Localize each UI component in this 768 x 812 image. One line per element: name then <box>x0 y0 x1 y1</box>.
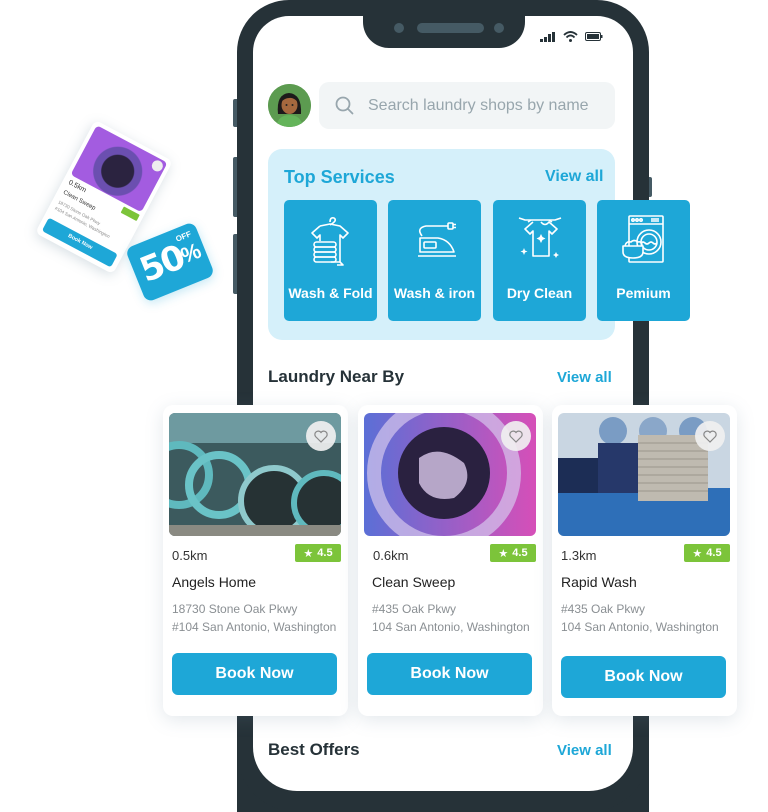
book-now-button[interactable]: Book Now <box>561 656 726 698</box>
user-avatar-illustration <box>268 84 311 127</box>
hanging-shirt-icon <box>518 217 561 258</box>
address-line-1: #435 Oak Pkwy <box>372 602 457 616</box>
rating-value: 4.5 <box>512 547 528 559</box>
favorite-button[interactable] <box>501 421 531 451</box>
heart-icon <box>703 430 717 443</box>
battery-icon <box>585 32 603 41</box>
service-label: Pemium <box>616 285 671 301</box>
address-line-2: 104 San Antonio, Washington <box>372 620 530 634</box>
shirt-stack-icon <box>310 217 349 266</box>
shop-name: Clean Sweep <box>372 574 456 590</box>
service-premium[interactable]: Pemium <box>597 200 690 321</box>
star-icon: ★ <box>692 547 703 560</box>
best-offers-view-all-link[interactable]: View all <box>557 742 612 759</box>
search-bar[interactable] <box>319 82 615 129</box>
star-icon: ★ <box>498 547 509 560</box>
shop-card[interactable]: 1.3km ★ 4.5 Rapid Wash #435 Oak Pkwy 104 S… <box>552 405 737 716</box>
iron-icon <box>417 222 456 257</box>
address-line-2: #104 San Antonio, Washington <box>172 620 337 634</box>
best-offers-title: Best Offers <box>268 740 360 759</box>
shop-address: #435 Oak Pkwy 104 San Antonio, Washington <box>372 600 530 636</box>
star-icon: ★ <box>303 547 314 560</box>
heart-icon <box>509 430 523 443</box>
address-line-2: 104 San Antonio, Washington <box>561 620 719 634</box>
discount-badge: 50 OFF % <box>124 221 216 303</box>
shop-card[interactable]: 0.5km ★ 4.5 Angels Home 18730 Stone Oak P… <box>163 405 348 716</box>
rating-value: 4.5 <box>317 547 333 559</box>
shop-address: 18730 Stone Oak Pkwy #104 San Antonio, Wa… <box>172 600 336 636</box>
avatar[interactable] <box>268 84 311 127</box>
top-services-view-all-link[interactable]: View all <box>545 168 603 186</box>
service-wash-iron[interactable]: Wash & iron <box>388 200 481 321</box>
promo-illustration: 0.5km Clean Sweep 18730 Stone Oak Pkwy #… <box>30 105 220 310</box>
rating-badge: ★ 4.5 <box>490 544 536 562</box>
rating-badge: ★ 4.5 <box>295 544 341 562</box>
phone-notch <box>363 0 525 48</box>
shop-name: Angels Home <box>172 574 257 590</box>
service-label: Wash & iron <box>393 285 476 301</box>
rating-badge: ★ 4.5 <box>684 544 730 562</box>
favorite-button[interactable] <box>695 421 725 451</box>
rating-value: 4.5 <box>706 547 722 559</box>
search-icon <box>335 96 354 115</box>
book-now-button[interactable]: Book Now <box>367 653 532 695</box>
signal-icon <box>540 31 555 42</box>
nearby-title: Laundry Near By <box>268 367 405 386</box>
heart-icon <box>314 430 328 443</box>
favorite-button[interactable] <box>306 421 336 451</box>
book-now-button[interactable]: Book Now <box>172 653 337 695</box>
promo-mini-book-button: Book Now <box>41 217 118 268</box>
service-dry-clean[interactable]: Dry Clean <box>493 200 586 321</box>
status-bar <box>540 31 603 42</box>
shop-distance: 1.3km <box>561 548 597 563</box>
shop-address: #435 Oak Pkwy 104 San Antonio, Washington <box>561 600 719 636</box>
service-label: Dry Clean <box>506 285 573 301</box>
shop-name: Rapid Wash <box>561 574 637 590</box>
shop-card[interactable]: 0.6km ★ 4.5 Clean Sweep #435 Oak Pkwy 104 … <box>358 405 543 716</box>
service-label: Wash & Fold <box>288 285 373 301</box>
search-input[interactable] <box>368 96 608 115</box>
top-services-title: Top Services <box>284 167 395 187</box>
nearby-view-all-link[interactable]: View all <box>557 369 612 386</box>
address-line-1: #435 Oak Pkwy <box>561 602 646 616</box>
shop-distance: 0.5km <box>172 548 208 563</box>
shop-distance: 0.6km <box>373 548 409 563</box>
washing-machine-icon <box>621 215 664 263</box>
wifi-icon <box>563 31 578 42</box>
address-line-1: 18730 Stone Oak Pkwy <box>172 602 298 616</box>
service-wash-fold[interactable]: Wash & Fold <box>284 200 377 321</box>
